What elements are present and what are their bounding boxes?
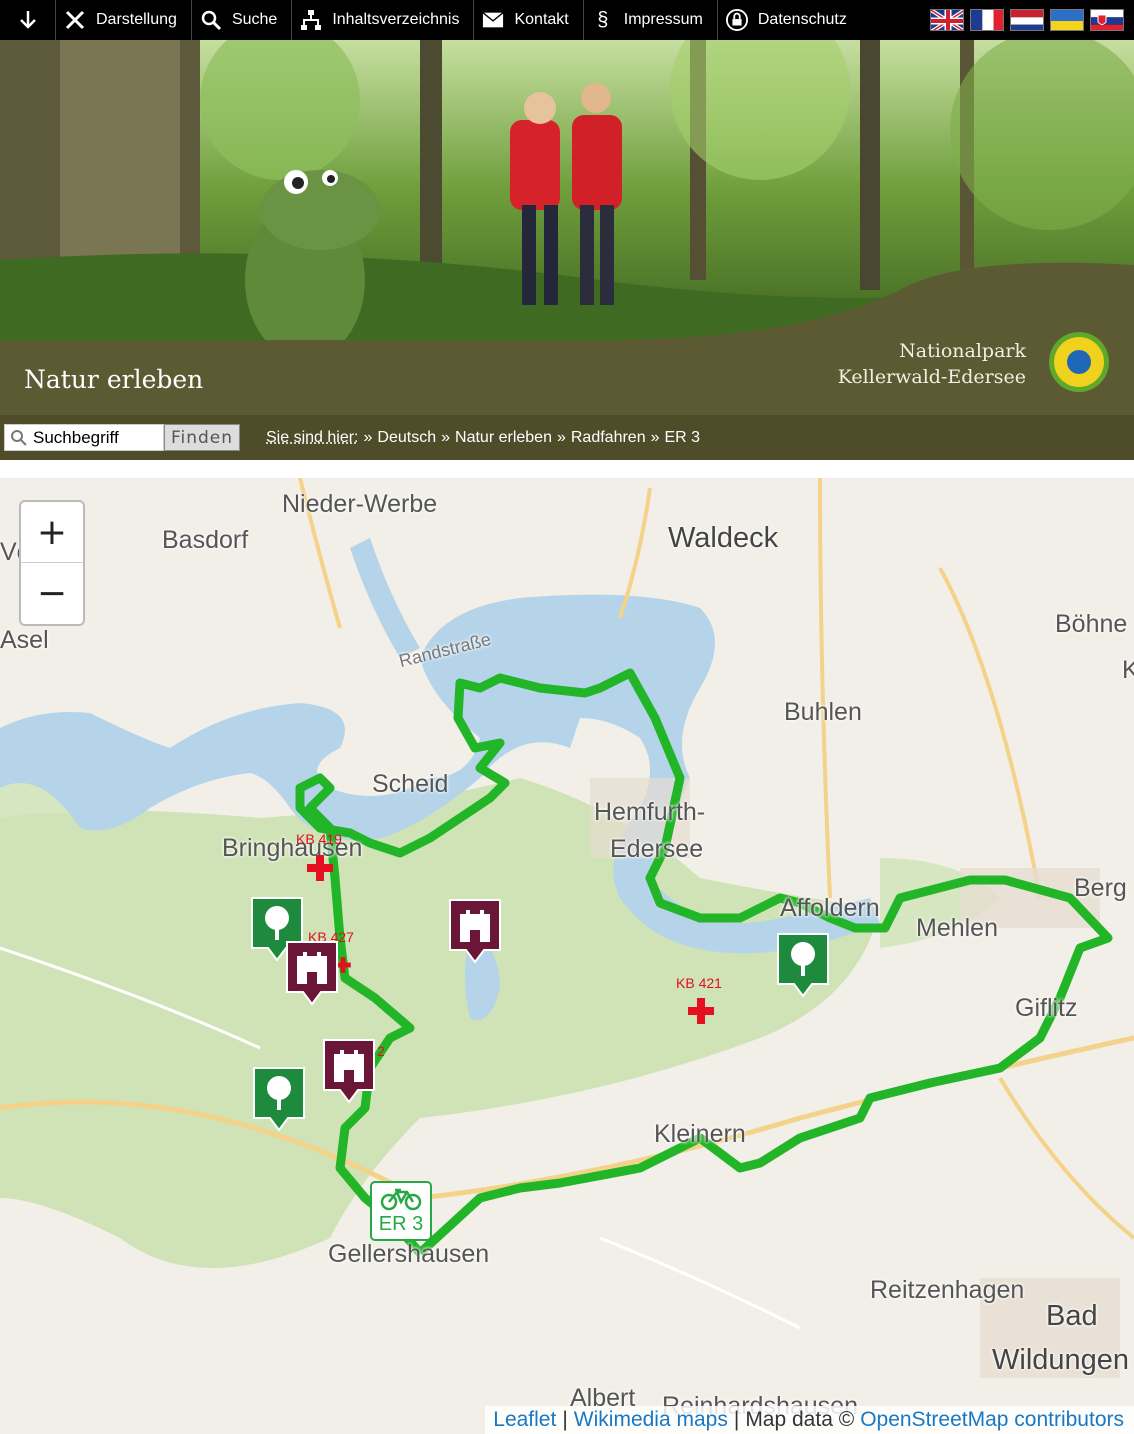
darstellung-label: Darstellung [96,11,177,28]
place-basdorf: Basdorf [162,526,249,554]
inhaltsverzeichnis-label: Inhaltsverzeichnis [332,11,460,28]
place-boehne: Böhne [1055,610,1128,638]
leaflet-link[interactable]: Leaflet [493,1408,556,1432]
flag-netherlands-icon[interactable] [1010,9,1044,31]
breadcrumb: Sie sind hier: » Deutsch » Natur erleben… [266,428,701,447]
place-giflitz: Giflitz [1015,994,1078,1022]
skip-to-content-button[interactable] [0,0,56,40]
route-start-marker[interactable]: ER 3 [370,1181,432,1241]
flag-france-icon[interactable] [970,9,1004,31]
envelope-icon [482,9,505,31]
top-toolbar: Darstellung Suche Inhaltsverzeichnis Kon… [0,0,1134,40]
breadcrumb-deutsch[interactable]: Deutsch [377,429,436,447]
park-logo-text[interactable]: Nationalpark Kellerwald-Edersee [838,338,1026,390]
breadcrumb-natur-erleben[interactable]: Natur erleben [455,429,552,447]
breadcrumb-label: Sie sind hier: [266,428,359,446]
impressum-button[interactable]: § Impressum [584,0,718,40]
magnifier-icon [200,9,222,31]
paragraph-icon: § [597,8,609,31]
page-heading: Natur erleben [24,365,204,394]
sitemap-icon [300,9,322,31]
suche-button[interactable]: Suche [192,0,293,40]
search-input[interactable] [33,427,163,448]
kb-label-421: KB 421 [676,975,722,991]
place-bad: Bad [1046,1300,1098,1332]
flag-slovakia-icon[interactable] [1090,9,1124,31]
header-banner: Natur erleben Nationalpark Kellerwald-Ed… [0,40,1134,415]
datenschutz-button[interactable]: Datenschutz [718,0,861,40]
tree-marker-icon[interactable] [776,932,830,998]
castle-marker-icon[interactable] [448,898,502,964]
impressum-label: Impressum [623,11,703,28]
magnifier-icon [11,429,27,446]
castle-marker-icon[interactable] [285,940,339,1006]
zoom-out-button[interactable]: − [21,563,83,624]
park-name-line1: Nationalpark [899,340,1026,362]
inhaltsverzeichnis-button[interactable]: Inhaltsverzeichnis [292,0,475,40]
breadcrumb-radfahren[interactable]: Radfahren [571,429,646,447]
flag-uk-icon[interactable] [930,9,964,31]
place-waldeck: Waldeck [668,522,779,554]
map-attribution: Leaflet | Wikimedia maps | Map data © Op… [485,1406,1134,1434]
park-name-line2: Kellerwald-Edersee [837,366,1026,388]
language-flags [930,9,1134,31]
place-edge-partial: K [1122,656,1134,684]
place-asel: Asel [0,626,49,654]
wikimedia-maps-link[interactable]: Wikimedia maps [574,1408,728,1432]
search-breadcrumb-bar: Finden Sie sind hier: » Deutsch » Natur … [0,415,1134,460]
map-data-label: Map data © [745,1408,855,1431]
route-label: ER 3 [378,1212,424,1235]
kontakt-label: Kontakt [514,11,569,28]
search-box [4,424,164,451]
first-aid-cross-icon[interactable] [688,998,714,1024]
kb-label-419: KB 419 [296,831,342,847]
darstellung-button[interactable]: Darstellung [56,0,192,40]
kontakt-button[interactable]: Kontakt [474,0,584,40]
lock-icon [725,9,748,31]
place-nieder-werbe: Nieder-Werbe [282,490,438,518]
tools-icon [64,9,86,31]
find-button[interactable]: Finden [164,424,240,451]
zoom-control: + − [19,500,85,626]
datenschutz-label: Datenschutz [757,11,847,28]
place-berg: Berg [1074,874,1127,902]
zoom-in-button[interactable]: + [21,502,83,563]
bicycle-icon [380,1188,422,1210]
castle-marker-icon[interactable] [322,1038,376,1104]
osm-contributors-link[interactable]: OpenStreetMap contributors [860,1408,1124,1432]
place-edersee: Edersee [610,835,704,863]
tree-marker-icon[interactable] [252,1066,306,1132]
arrow-down-icon [19,11,36,29]
kb-label-partial: 2 [377,1043,385,1059]
flag-ukraine-icon[interactable] [1050,9,1084,31]
first-aid-cross-icon[interactable] [307,855,333,881]
place-reitzenhagen: Reitzenhagen [870,1276,1025,1304]
route-map[interactable]: Nieder-Werbe Basdorf Waldeck Asel Böhne … [0,478,1134,1434]
place-scheid: Scheid [372,770,449,798]
place-affoldern: Affoldern [780,894,880,922]
breadcrumb-er3[interactable]: ER 3 [665,429,701,447]
place-hemfurth: Hemfurth- [594,798,706,826]
place-wildungen: Wildungen [992,1344,1130,1376]
place-gellershausen: Gellershausen [328,1240,490,1268]
place-kleinern: Kleinern [654,1120,746,1148]
suche-label: Suche [231,11,278,28]
place-buhlen: Buhlen [784,698,862,726]
place-mehlen: Mehlen [916,914,998,942]
